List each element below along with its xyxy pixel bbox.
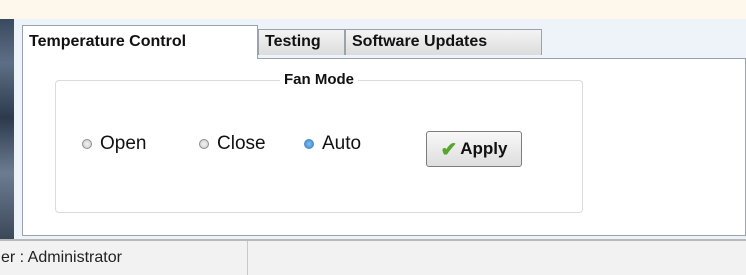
- apply-button[interactable]: ✔ Apply: [426, 131, 522, 167]
- radio-open[interactable]: Open: [82, 133, 146, 155]
- background-image-edge: [0, 19, 14, 239]
- fan-mode-group: Fan Mode Open Close Auto ✔ Apply: [55, 71, 583, 213]
- settings-window: Temperature Control Testing Software Upd…: [14, 19, 746, 239]
- tab-bar: Temperature Control Testing Software Upd…: [14, 19, 746, 59]
- radio-open-indicator[interactable]: [82, 139, 92, 149]
- fan-mode-title: Fan Mode: [280, 71, 358, 88]
- check-icon: ✔: [440, 138, 458, 161]
- radio-auto-label: Auto: [322, 133, 362, 154]
- radio-close[interactable]: Close: [199, 133, 266, 155]
- apply-button-label: Apply: [460, 139, 508, 158]
- radio-close-indicator[interactable]: [199, 139, 209, 149]
- tab-testing[interactable]: Testing: [258, 29, 345, 55]
- radio-auto[interactable]: Auto: [304, 133, 361, 155]
- radio-open-label: Open: [100, 133, 147, 154]
- radio-close-label: Close: [217, 133, 266, 154]
- status-user: er : Administrator: [0, 241, 248, 275]
- tab-software-updates[interactable]: Software Updates: [345, 29, 542, 55]
- radio-auto-indicator[interactable]: [304, 139, 314, 149]
- fan-mode-title-wrap: Fan Mode: [56, 71, 582, 89]
- top-strip: [0, 0, 746, 19]
- tab-panel-temperature-control: Fan Mode Open Close Auto ✔ Apply: [22, 58, 746, 236]
- tab-temperature-control[interactable]: Temperature Control: [22, 25, 258, 59]
- status-bar: er : Administrator: [0, 239, 746, 275]
